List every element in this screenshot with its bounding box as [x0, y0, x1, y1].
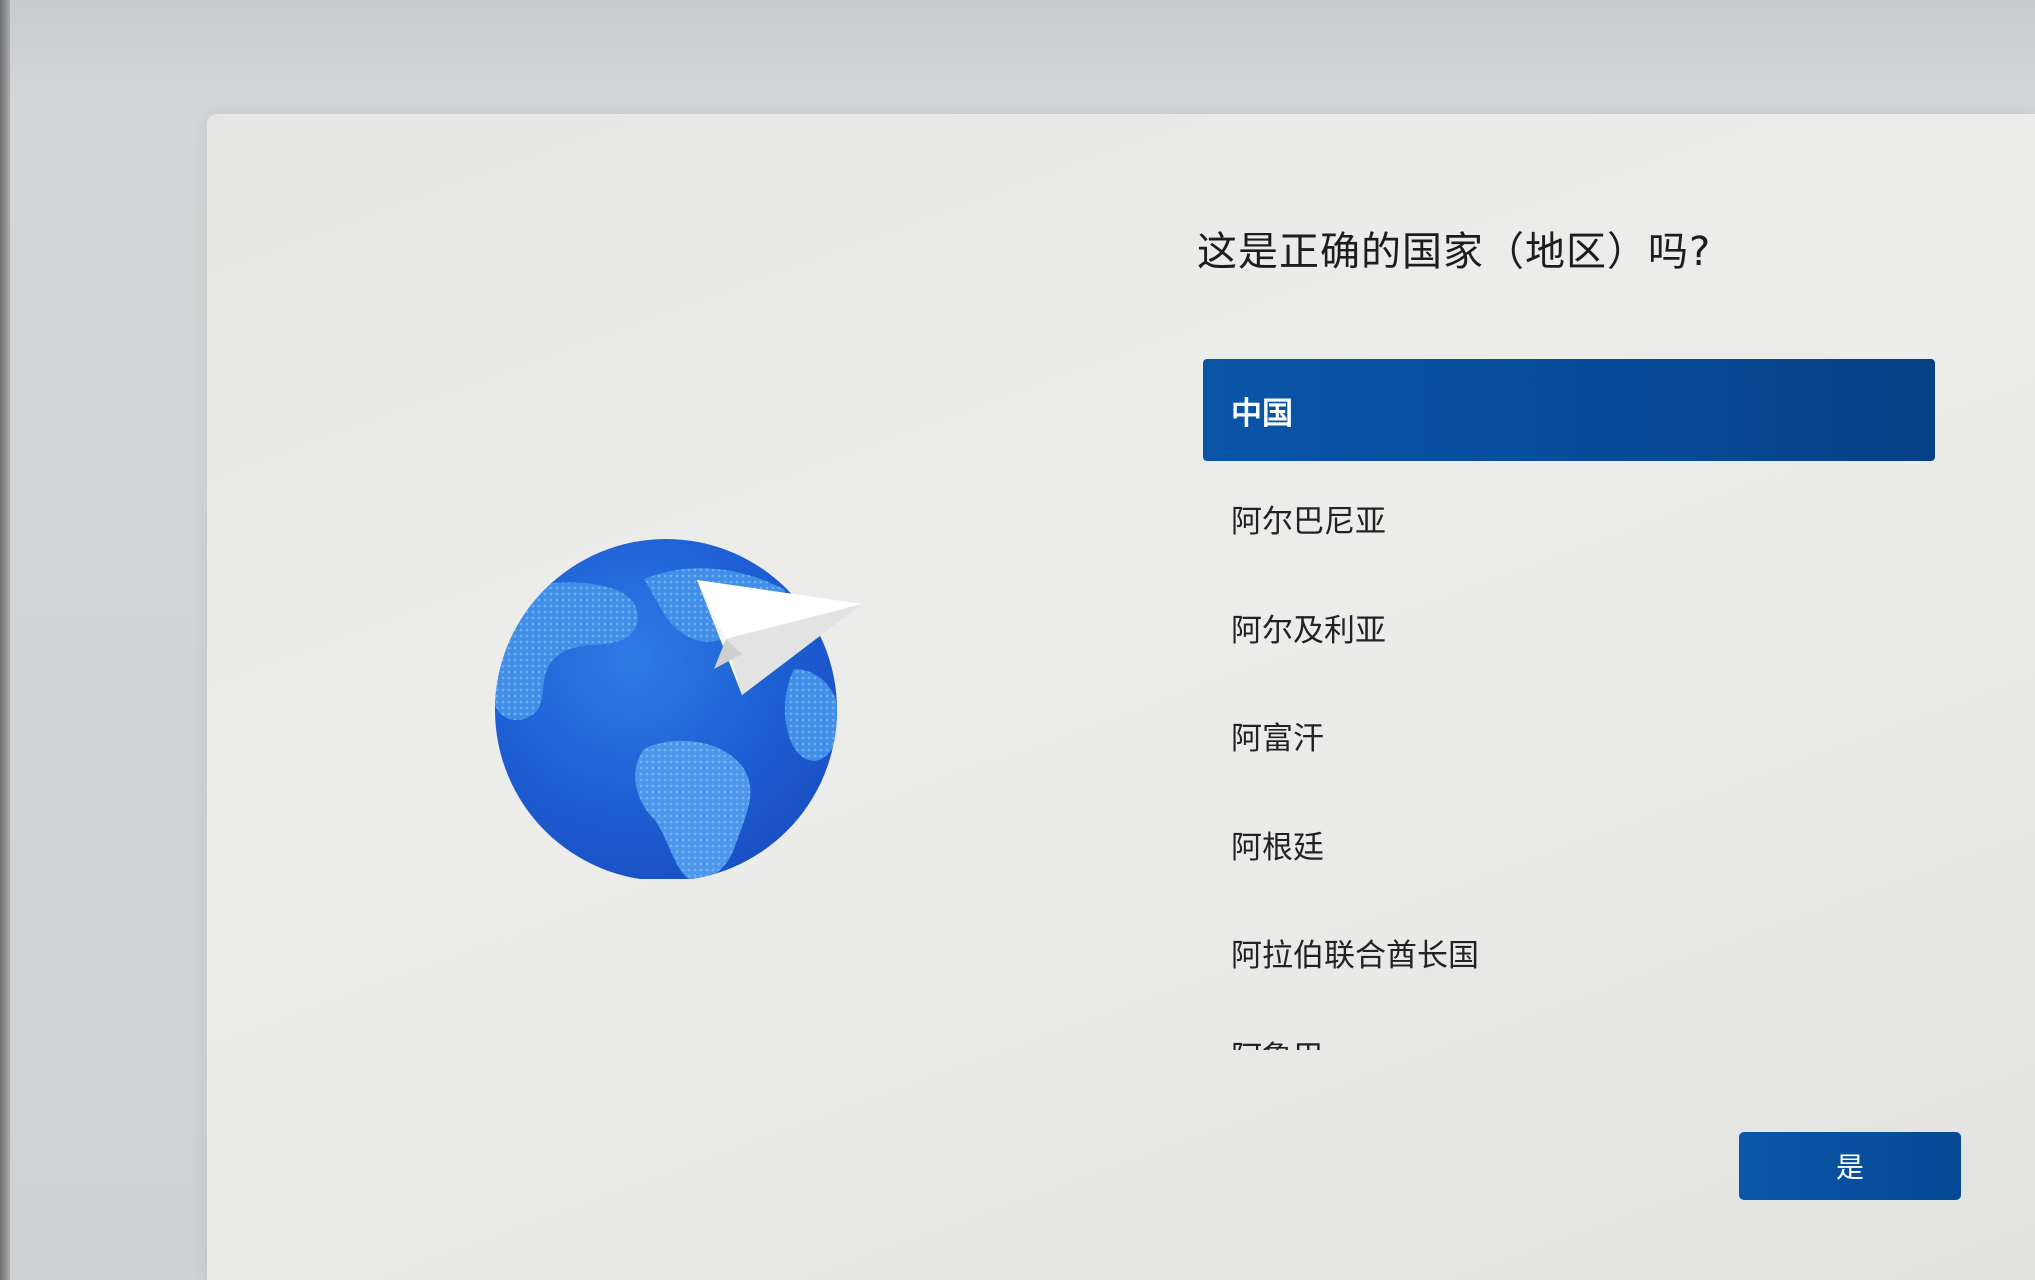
screen-bezel — [0, 0, 10, 1280]
country-item-argentina[interactable]: 阿根廷 — [1203, 793, 1935, 895]
globe-illustration — [495, 539, 862, 879]
country-item-algeria[interactable]: 阿尔及利亚 — [1203, 576, 1935, 678]
country-item-china[interactable]: 中国 — [1203, 359, 1935, 461]
setup-window: 这是正确的国家（地区）吗? 中国 阿尔巴尼亚 阿尔及利亚 阿富汗 阿根廷 阿拉伯… — [207, 114, 2035, 1280]
country-item-uae[interactable]: 阿拉伯联合酋长国 — [1203, 902, 1935, 1004]
country-item-albania[interactable]: 阿尔巴尼亚 — [1203, 468, 1935, 570]
country-list: 中国 阿尔巴尼亚 阿尔及利亚 阿富汗 阿根廷 阿拉伯联合酋长国 阿鲁巴 — [1203, 359, 1935, 1050]
country-item-aruba[interactable]: 阿鲁巴 — [1203, 1010, 1935, 1050]
country-item-afghanistan[interactable]: 阿富汗 — [1203, 685, 1935, 787]
country-list-viewport[interactable]: 中国 阿尔巴尼亚 阿尔及利亚 阿富汗 阿根廷 阿拉伯联合酋长国 阿鲁巴 — [1203, 359, 1935, 1181]
yes-button[interactable]: 是 — [1739, 1132, 1961, 1200]
page-title: 这是正确的国家（地区）吗? — [1197, 229, 1712, 275]
globe-paper-plane-icon — [494, 519, 864, 879]
